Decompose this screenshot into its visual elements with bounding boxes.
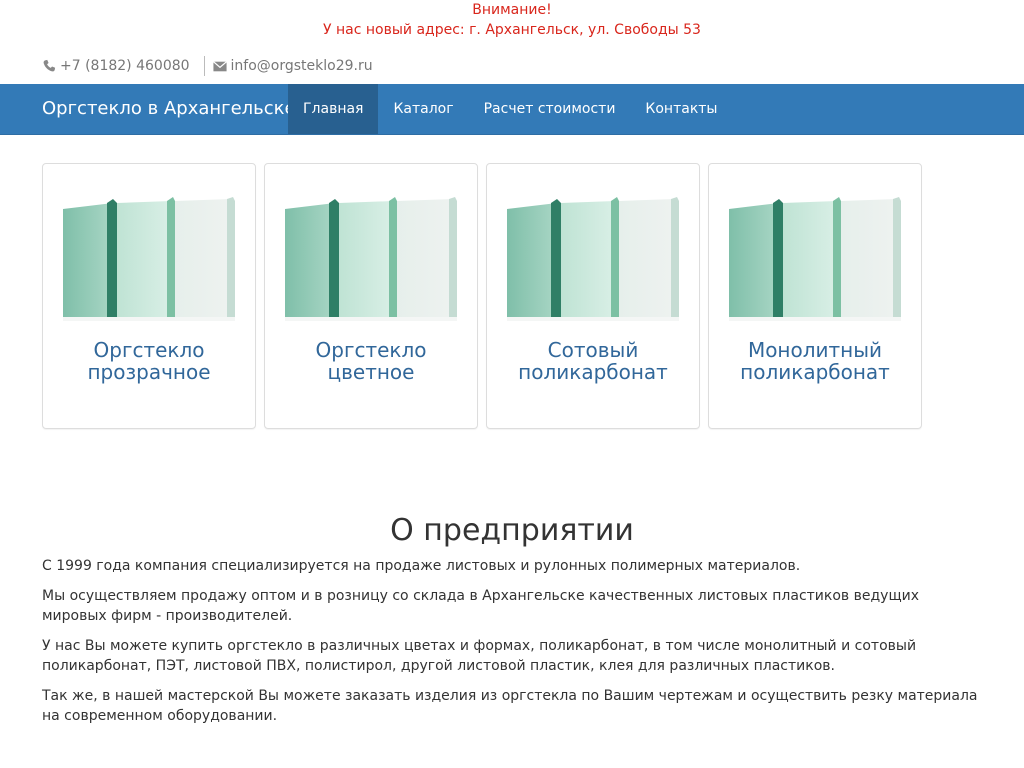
nav-item-contacts[interactable]: Контакты (630, 84, 732, 134)
product-card-clear-acrylic[interactable]: Оргстекло прозрачное (42, 163, 256, 429)
phone-contact[interactable]: +7 (8182) 460080 (42, 58, 190, 74)
product-title[interactable]: Сотовый поликарбонат (487, 339, 699, 383)
glass-sheets-image (285, 179, 457, 321)
nav-item-catalog[interactable]: Каталог (378, 84, 468, 134)
product-title[interactable]: Оргстекло цветное (265, 339, 477, 383)
product-card-solid-polycarbonate[interactable]: Монолитный поликарбонат (708, 163, 922, 429)
about-paragraph: С 1999 года компания специализируется на… (42, 558, 801, 574)
about-paragraph: У нас Вы можете купить оргстекло в разли… (42, 638, 917, 674)
envelope-icon (212, 60, 227, 71)
contact-divider (203, 56, 205, 76)
main-navbar: Оргстекло в Архангельске Главная Каталог… (0, 84, 1024, 135)
about-heading: О предприятии (390, 513, 634, 548)
about-section: О предприятии С 1999 года компания специ… (42, 512, 982, 736)
email-contact[interactable]: info@orgsteklo29.ru (212, 58, 373, 74)
notice-text: У нас новый адрес: г. Архангельск, ул. С… (323, 22, 701, 38)
contact-bar: +7 (8182) 460080 info@orgsteklo29.ru (42, 56, 373, 76)
about-paragraph: Мы осуществляем продажу оптом и в розниц… (42, 588, 920, 624)
product-title[interactable]: Оргстекло прозрачное (43, 339, 255, 383)
product-cards: Оргстекло прозрачное Оргстекло цветное С… (42, 163, 930, 429)
product-title[interactable]: Монолитный поликарбонат (709, 339, 921, 383)
nav-menu: Главная Каталог Расчет стоимости Контакт… (288, 84, 732, 134)
product-card-colored-acrylic[interactable]: Оргстекло цветное (264, 163, 478, 429)
glass-sheets-image (729, 179, 901, 321)
nav-item-price-calc[interactable]: Расчет стоимости (469, 84, 631, 134)
address-notice: Внимание! У нас новый адрес: г. Архангел… (0, 0, 1024, 40)
notice-title: Внимание! (472, 2, 552, 18)
phone-number: +7 (8182) 460080 (60, 58, 190, 74)
glass-sheets-image (63, 179, 235, 321)
phone-icon (43, 59, 56, 72)
glass-sheets-image (507, 179, 679, 321)
about-paragraph: Так же, в нашей мастерской Вы можете зак… (42, 688, 978, 724)
product-card-cellular-polycarbonate[interactable]: Сотовый поликарбонат (486, 163, 700, 429)
nav-item-home[interactable]: Главная (288, 84, 379, 134)
email-address: info@orgsteklo29.ru (230, 58, 373, 74)
site-brand[interactable]: Оргстекло в Архангельске (42, 84, 296, 134)
